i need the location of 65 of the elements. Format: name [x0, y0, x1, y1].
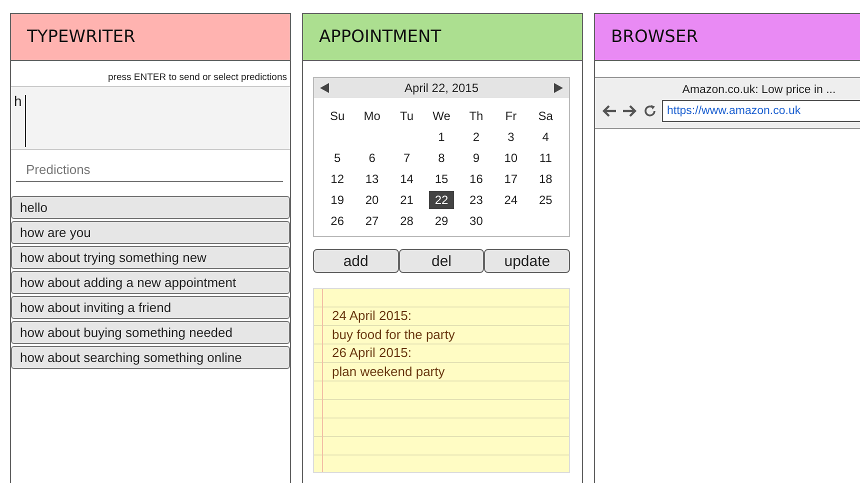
calendar-day[interactable]: 24	[494, 191, 528, 209]
predictions-field[interactable]: Predictions	[16, 158, 283, 182]
calendar-day[interactable]: 7	[389, 149, 424, 167]
panel-title: TYPEWRITER	[27, 27, 136, 47]
calendar-day[interactable]: 11	[528, 149, 563, 167]
calendar-day[interactable]: 12	[320, 170, 355, 188]
calendar-day[interactable]: 1	[424, 128, 459, 146]
calendar-day[interactable]: 2	[458, 128, 494, 146]
prediction-item[interactable]: hello	[11, 196, 290, 219]
calendar-day[interactable]: 17	[494, 170, 528, 188]
calendar-day[interactable]: 30	[458, 212, 494, 230]
weekday-label: Sa	[537, 108, 554, 125]
calendar-day[interactable]: 9	[458, 149, 494, 167]
note-line: buy food for the party	[332, 326, 456, 344]
previous-month-icon[interactable]	[320, 83, 330, 93]
calendar-day[interactable]: 21	[389, 191, 424, 209]
page-title: Amazon.co.uk: Low price in ...	[681, 83, 837, 98]
weekday-label: We	[432, 108, 452, 125]
calendar-day[interactable]: 14	[389, 170, 424, 188]
message-input[interactable]: h	[11, 86, 290, 150]
calendar-day[interactable]: 25	[528, 191, 563, 209]
calendar-day[interactable]: 15	[424, 170, 459, 188]
calendar-day[interactable]: 13	[354, 170, 390, 188]
prediction-item[interactable]: how are you	[11, 221, 290, 244]
calendar-title: April 22, 2015	[404, 81, 479, 95]
calendar-day[interactable]: 28	[389, 212, 424, 230]
reload-icon[interactable]	[643, 104, 657, 118]
calendar-day[interactable]: 22	[429, 191, 454, 209]
action-button[interactable]: update	[484, 249, 570, 273]
calendar-day[interactable]: 23	[458, 191, 494, 209]
calendar-day[interactable]: 6	[354, 149, 390, 167]
calendar-day[interactable]: 8	[424, 149, 459, 167]
note-line: 24 April 2015:	[332, 307, 413, 325]
calendar-day[interactable]: 29	[424, 212, 459, 230]
calendar-day[interactable]: 18	[528, 170, 563, 188]
calendar-day[interactable]: 10	[494, 149, 528, 167]
calendar-day[interactable]: 26	[320, 212, 355, 230]
weekday-label: Su	[329, 108, 346, 125]
hint-text: press ENTER to send or select predictions	[107, 71, 288, 85]
prediction-item[interactable]: how about buying something needed	[11, 321, 290, 344]
back-icon[interactable]	[601, 104, 617, 118]
next-month-icon[interactable]	[553, 83, 563, 93]
calendar-day[interactable]: 27	[354, 212, 390, 230]
prediction-item[interactable]: how about inviting a friend	[11, 296, 290, 319]
prediction-item[interactable]: how about adding a new appointment	[11, 271, 290, 294]
panel-title: BROWSER	[611, 27, 698, 47]
prediction-item[interactable]: how about trying something new	[11, 246, 290, 269]
calendar-day[interactable]: 5	[320, 149, 355, 167]
weekday-label: Th	[468, 108, 484, 125]
prediction-item[interactable]: how about searching something online	[11, 346, 290, 369]
forward-icon[interactable]	[622, 104, 638, 118]
note-line: plan weekend party	[332, 362, 446, 381]
calendar-day[interactable]: 20	[354, 191, 390, 209]
note-line: 26 April 2015:	[332, 344, 413, 362]
url-field[interactable]: https://www.amazon.co.uk	[662, 100, 860, 122]
action-button[interactable]: add	[313, 249, 399, 273]
action-button[interactable]: del	[398, 249, 484, 273]
weekday-label: Fr	[504, 108, 518, 125]
weekday-label: Mo	[362, 108, 382, 125]
weekday-label: Tu	[399, 108, 415, 125]
panel-title: APPOINTMENT	[319, 27, 442, 47]
calendar-day[interactable]: 16	[458, 170, 494, 188]
calendar-day[interactable]: 3	[494, 128, 528, 146]
calendar-day[interactable]: 4	[528, 128, 563, 146]
calendar-day[interactable]: 19	[320, 191, 355, 209]
